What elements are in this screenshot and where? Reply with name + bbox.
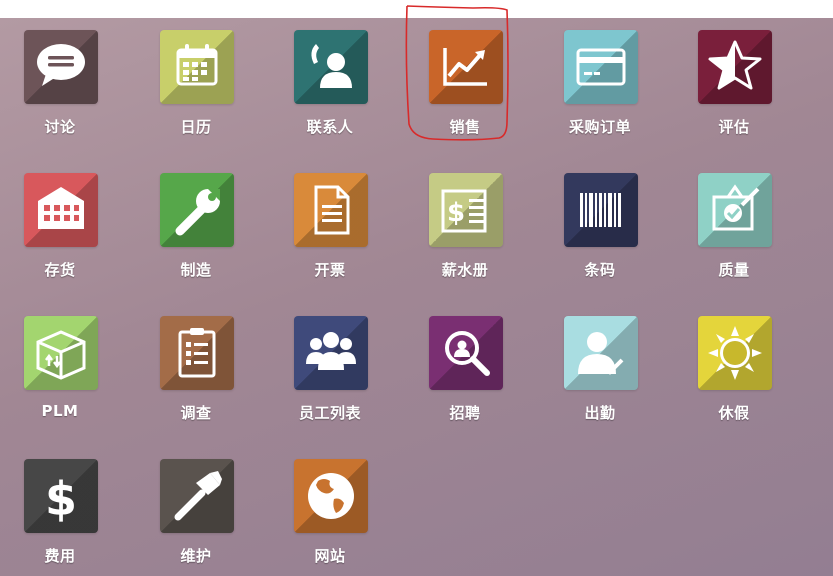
app-label: 讨论 — [44, 118, 76, 136]
app-website[interactable]: 网站 — [270, 447, 390, 576]
app-contacts-tile — [294, 30, 368, 104]
app-maintenance-tile — [160, 459, 234, 533]
employees-group-icon — [306, 332, 356, 370]
box-arrows-icon — [36, 330, 86, 380]
calendar-icon — [176, 44, 218, 86]
app-label: 采购订单 — [568, 118, 631, 136]
app-inventory[interactable]: 存货 — [0, 161, 120, 291]
app-invoicing-tile — [294, 173, 368, 247]
app-attendance[interactable]: 出勤 — [540, 304, 660, 434]
app-label: 费用 — [44, 547, 76, 565]
dollar-icon: $ — [45, 472, 77, 526]
app-invoicing[interactable]: 开票 — [270, 161, 390, 291]
hammer-icon — [174, 471, 222, 521]
app-label: 出勤 — [584, 404, 616, 422]
app-attendance-tile — [564, 316, 638, 390]
app-recruitment[interactable]: 招聘 — [405, 304, 525, 434]
app-survey-tile — [160, 316, 234, 390]
wrench-icon — [175, 189, 220, 236]
app-label: 存货 — [44, 261, 76, 279]
app-discuss[interactable]: 讨论 — [0, 18, 120, 148]
app-payroll[interactable]: $ 薪水册 — [405, 161, 525, 291]
app-purchase[interactable]: 采购订单 — [540, 18, 660, 148]
app-payroll-tile: $ — [429, 173, 503, 247]
app-expenses[interactable]: $ 费用 — [0, 447, 120, 576]
credit-card-icon — [576, 48, 626, 86]
app-leaves[interactable]: 休假 — [674, 304, 794, 434]
app-manufacturing-tile — [160, 173, 234, 247]
app-label: 休假 — [718, 404, 750, 422]
invoice-document-icon — [314, 185, 350, 235]
app-leaves-tile — [698, 316, 772, 390]
app-label: 条码 — [584, 261, 616, 279]
app-label: 招聘 — [449, 404, 481, 422]
app-label: PLM — [41, 402, 79, 420]
app-barcode-tile — [564, 173, 638, 247]
payroll-dollar-sheet-icon: $ — [441, 189, 487, 233]
svg-text:$: $ — [45, 472, 77, 526]
app-label: 制造 — [180, 261, 212, 279]
app-website-tile — [294, 459, 368, 533]
app-label: 薪水册 — [441, 261, 489, 279]
star-icon — [708, 40, 762, 90]
app-label: 调查 — [180, 404, 212, 422]
app-appraisal[interactable]: 评估 — [674, 18, 794, 148]
app-calendar-tile — [160, 30, 234, 104]
app-maintenance[interactable]: 维护 — [136, 447, 256, 576]
app-quality[interactable]: 质量 — [674, 161, 794, 291]
app-inventory-tile — [24, 173, 98, 247]
app-survey[interactable]: 调查 — [136, 304, 256, 434]
app-label: 员工列表 — [298, 404, 361, 422]
app-employees[interactable]: 员工列表 — [270, 304, 390, 434]
app-label: 联系人 — [306, 118, 354, 136]
app-purchase-tile — [564, 30, 638, 104]
app-expenses-tile: $ — [24, 459, 98, 533]
app-manufacturing[interactable]: 制造 — [136, 161, 256, 291]
recruitment-magnifier-icon — [445, 331, 490, 376]
app-plm-tile — [24, 316, 98, 390]
app-employees-tile — [294, 316, 368, 390]
quality-check-icon — [712, 184, 760, 231]
app-label: 评估 — [718, 118, 750, 136]
app-recruitment-tile — [429, 316, 503, 390]
app-label: 网站 — [314, 547, 346, 565]
chat-bubble-icon — [37, 44, 85, 86]
highlight-annotation — [405, 5, 509, 141]
app-quality-tile — [698, 173, 772, 247]
app-plm[interactable]: PLM — [0, 304, 120, 434]
app-label: 维护 — [180, 547, 212, 565]
app-barcode[interactable]: 条码 — [540, 161, 660, 291]
contacts-icon — [311, 44, 352, 88]
survey-clipboard-icon — [178, 328, 216, 378]
app-label: 开票 — [314, 261, 346, 279]
app-calendar[interactable]: 日历 — [136, 18, 256, 148]
app-label: 日历 — [180, 118, 212, 136]
app-appraisal-tile — [698, 30, 772, 104]
barcode-icon — [580, 193, 621, 227]
app-label: 质量 — [718, 261, 750, 279]
sun-icon — [708, 326, 762, 380]
app-contacts[interactable]: 联系人 — [270, 18, 390, 148]
svg-text:$: $ — [447, 198, 465, 228]
globe-icon — [308, 473, 354, 519]
attendance-user-check-icon — [578, 332, 624, 375]
warehouse-icon — [38, 187, 84, 229]
app-discuss-tile — [24, 30, 98, 104]
